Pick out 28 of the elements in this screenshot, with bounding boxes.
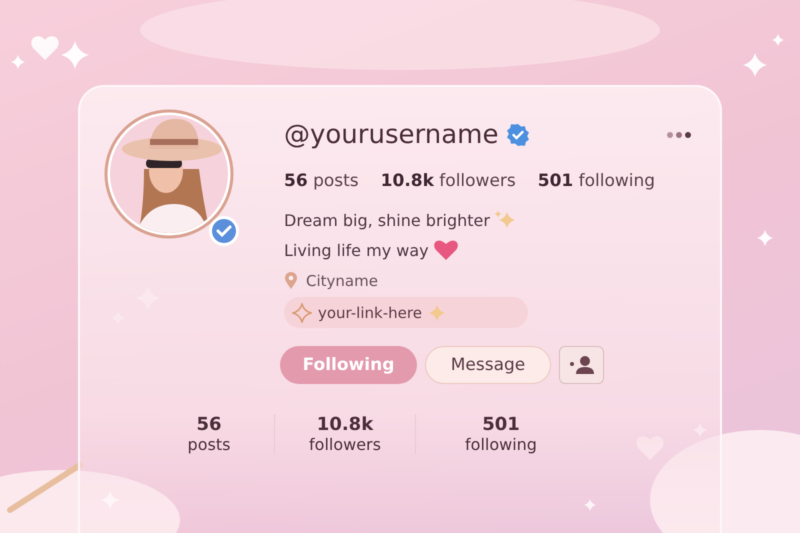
sparkle-icon: [584, 499, 596, 511]
location-pin-icon: [284, 271, 298, 290]
verified-icon: [506, 123, 530, 147]
sparkle-icon: [292, 302, 312, 322]
summary-stat: 501 following: [464, 414, 538, 454]
sparkle-icon: [428, 304, 446, 322]
add-person-button[interactable]: [559, 346, 604, 384]
profile-stat[interactable]: 10.8k followers: [380, 171, 516, 191]
heart-icon: [432, 238, 459, 262]
sparkle-icon: [61, 41, 89, 69]
heart-icon: [31, 36, 59, 60]
summary-stat: 56 posts: [144, 414, 275, 454]
profile-stat[interactable]: 501 following: [538, 171, 656, 191]
sparkle-icon: [757, 230, 773, 246]
location: Cityname: [306, 272, 378, 290]
summary-stat: 10.8k followers: [275, 414, 416, 454]
profile-link[interactable]: your-link-here: [284, 297, 528, 328]
sparkle-icon: [772, 34, 784, 46]
sparkle-icon: [743, 53, 767, 77]
profile-stat[interactable]: 56 posts: [284, 171, 359, 191]
message-button[interactable]: Message: [425, 346, 551, 384]
more-icon[interactable]: [666, 131, 692, 139]
bio-line: Living life my way: [284, 240, 429, 260]
person-icon: [568, 354, 596, 376]
sparkle-icon: [11, 55, 25, 69]
bio-line: Dream big, shine brighter: [284, 210, 490, 230]
username: @yourusername: [284, 120, 498, 150]
feather-icon: [7, 462, 83, 513]
